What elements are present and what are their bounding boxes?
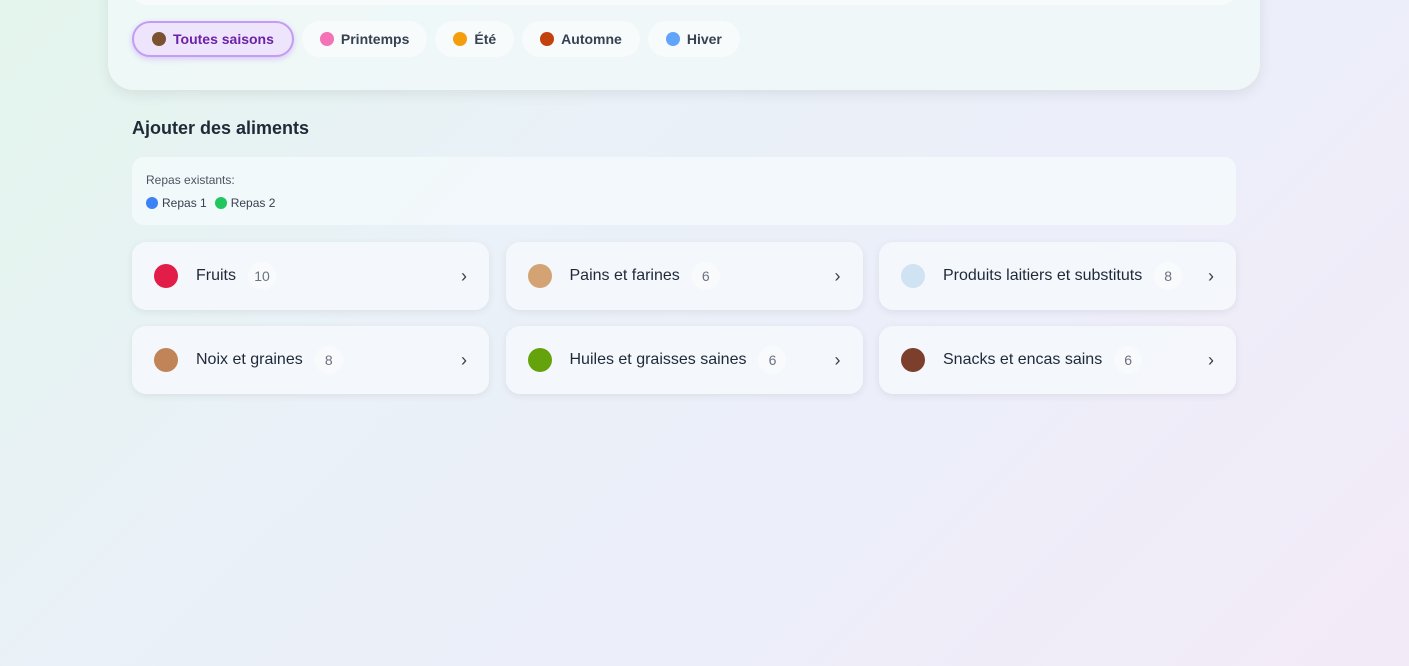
season-chip[interactable]: Hiver: [647, 21, 740, 57]
dot-icon: [214, 197, 227, 209]
season-label: Automne: [561, 31, 622, 47]
category-card[interactable]: Noix et graines 8 ›: [132, 326, 489, 394]
season-chip[interactable]: Printemps: [301, 21, 428, 57]
dot-icon: [146, 197, 158, 209]
category-name: Pains et farines: [569, 267, 680, 284]
category-name: Snacks et encas sains: [943, 351, 1103, 368]
category-grid: Fruits 10 › Pains et farines 6 › Produits lait…: [132, 242, 1236, 394]
chevron-right-icon: ›: [1208, 349, 1214, 370]
leaf-icon: [540, 32, 555, 46]
category-name: Fruits: [196, 267, 236, 284]
chevron-right-icon: ›: [834, 349, 841, 370]
meal-label: Repas 2: [230, 196, 276, 210]
season-filters: Toutes saisons Printemps Été Automne Hiver: [132, 21, 740, 57]
season-label: Toutes saisons: [173, 31, 274, 47]
category-card[interactable]: Pains et farines 6 ›: [505, 242, 863, 310]
meal-label: Repas 1: [162, 196, 207, 210]
category-count: 10: [248, 262, 276, 290]
olive-icon: [527, 348, 552, 372]
chevron-right-icon: ›: [461, 265, 467, 286]
meals-label: Repas existants:: [146, 173, 235, 187]
category-count: 8: [314, 346, 343, 374]
sun-icon: [453, 32, 468, 46]
category-card[interactable]: Produits laitiers et substituts 8 ›: [879, 242, 1236, 310]
milk-glass-icon: [901, 264, 925, 288]
category-count: 6: [758, 346, 787, 374]
category-count: 8: [1154, 262, 1183, 290]
season-chip[interactable]: Été: [435, 21, 515, 57]
season-chip[interactable]: Automne: [522, 21, 640, 57]
chevron-right-icon: ›: [1208, 265, 1214, 286]
existing-meals: Repas existants: Repas 1 Repas 2: [132, 157, 1236, 225]
category-card[interactable]: Snacks et encas sains 6 ›: [879, 326, 1236, 394]
bread-icon: [527, 264, 552, 288]
season-label: Hiver: [686, 31, 722, 47]
season-label: Printemps: [340, 31, 410, 47]
chevron-right-icon: ›: [834, 265, 841, 286]
category-card[interactable]: Fruits 10 ›: [132, 242, 489, 310]
chevron-right-icon: ›: [461, 349, 467, 370]
chocolate-icon: [901, 348, 925, 372]
snowflake-icon: [665, 32, 680, 46]
peanut-icon: [154, 348, 178, 372]
flower-icon: [319, 32, 334, 46]
category-name: Noix et graines: [196, 351, 303, 368]
search-bar[interactable]: [132, 0, 1236, 5]
meal-tag[interactable]: Repas 1: [146, 196, 207, 210]
apple-icon: [154, 264, 178, 288]
meal-tag[interactable]: Repas 2: [214, 196, 276, 210]
category-name: Huiles et graisses saines: [569, 351, 747, 368]
season-label: Été: [474, 31, 497, 47]
category-count: 6: [1114, 346, 1143, 374]
category-card[interactable]: Huiles et graisses saines 6 ›: [505, 326, 863, 394]
category-name: Produits laitiers et substituts: [943, 267, 1143, 284]
category-count: 6: [691, 262, 720, 290]
season-chip[interactable]: Toutes saisons: [132, 21, 294, 57]
section-title: Ajouter des aliments: [132, 118, 310, 138]
seedling-icon: [152, 32, 166, 46]
